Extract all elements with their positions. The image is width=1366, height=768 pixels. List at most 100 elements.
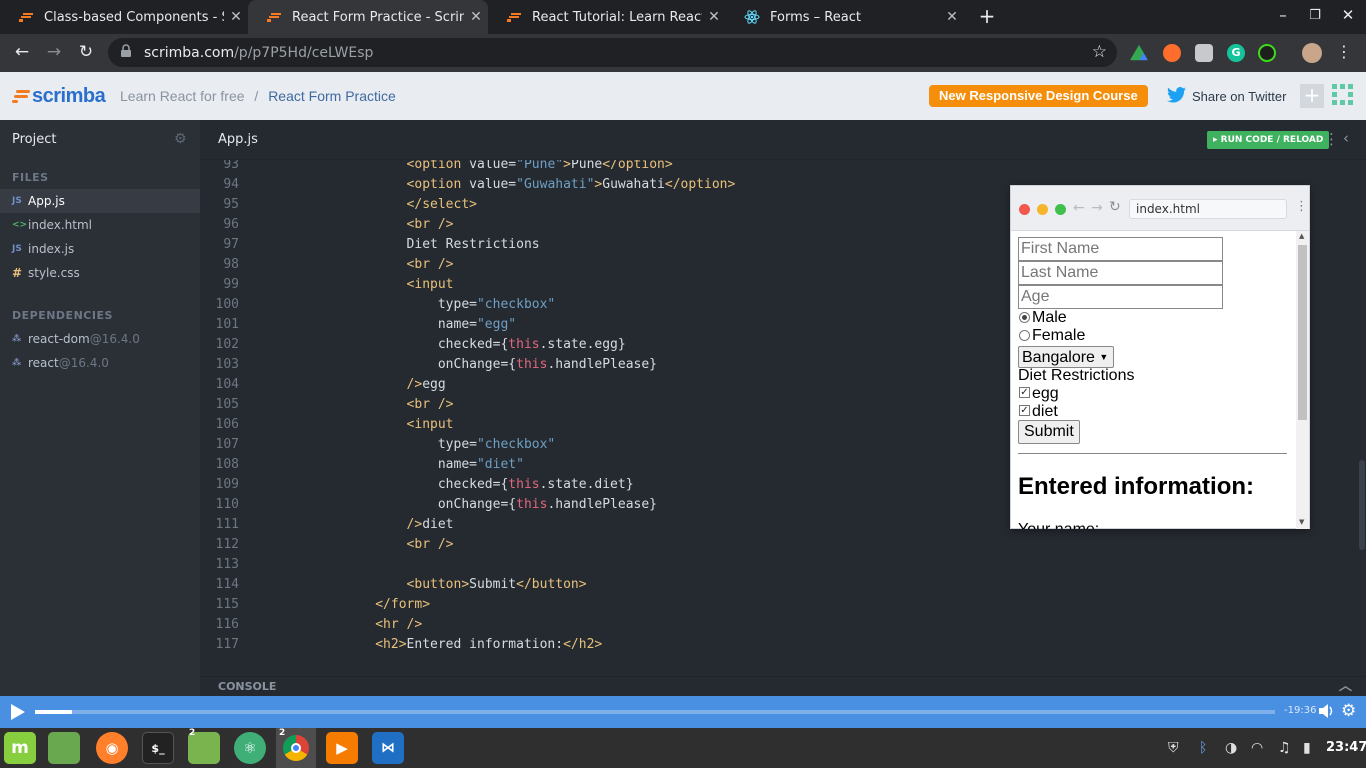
css-file-icon: # [12,266,23,280]
reload-icon[interactable]: ↻ [75,42,97,62]
submit-button[interactable]: Submit [1018,420,1080,444]
egg-checkbox[interactable]: ✓ [1019,387,1030,398]
chrome-icon[interactable]: 2 [276,728,316,768]
close-icon[interactable]: ✕ [940,9,964,25]
tab-class-based-components[interactable]: Class-based Components - Sc ✕ [0,0,248,34]
bluetooth-icon[interactable]: ᛒ [1199,740,1207,756]
preview-back-icon[interactable]: ← [1073,200,1085,216]
profile-avatar[interactable] [1302,43,1322,63]
bookmark-star-icon[interactable]: ☆ [1092,42,1107,62]
diet-checkbox[interactable]: ✓ [1019,405,1030,416]
sidebar-item-index-html[interactable]: <> index.html [0,213,200,237]
editor-scrollbar[interactable] [1359,460,1365,550]
line-number: 94 [223,177,239,192]
files-icon[interactable] [48,732,80,764]
back-icon[interactable]: ← [11,42,33,62]
last-name-input[interactable]: Last Name [1018,261,1223,285]
menu-dots-icon[interactable]: ⋮ [1333,42,1355,61]
scroll-up-icon[interactable]: ▲ [1299,232,1304,240]
breadcrumb-course-link[interactable]: Learn React for free [120,88,245,104]
code-line[interactable]: 93 <option value="Pune">Pune</option> [200,160,1366,175]
scrimba-logo[interactable]: scrimba [12,85,106,108]
minimize-icon[interactable]: – [1273,6,1293,24]
sidebar-title: Project [12,132,57,147]
preview-forward-icon[interactable]: → [1091,200,1103,216]
scrimba-icon [506,9,522,25]
close-icon[interactable]: ✕ [464,9,488,25]
scroll-down-icon[interactable]: ▼ [1299,518,1304,526]
dependency-react[interactable]: ⁂ react @16.4.0 [0,351,200,375]
age-input[interactable]: Age [1018,285,1223,309]
close-dot[interactable] [1019,204,1030,215]
grid-icon[interactable] [1332,84,1354,106]
city-select[interactable]: Bangalore ▼ [1018,346,1115,368]
close-icon[interactable]: ✕ [224,9,248,25]
wifi-icon[interactable]: ◠ [1251,740,1263,756]
code-line[interactable]: 115 </form> [200,595,1366,615]
code-line[interactable]: 112 <br /> [200,535,1366,555]
zoom-dot[interactable] [1055,204,1066,215]
extension-orange-icon[interactable] [1163,44,1181,62]
sidebar-item-index-js[interactable]: JS index.js [0,237,200,261]
chevron-up-icon[interactable]: ︿ [1339,677,1352,697]
sound-icon[interactable]: ♫ [1278,740,1291,756]
sidebar-item-app-js[interactable]: JS App.js [0,189,200,213]
grammarly-icon[interactable]: G [1227,44,1245,62]
terminal-icon[interactable]: $_ [142,732,174,764]
console-bar[interactable]: CONSOLE ︿ [200,676,1366,696]
scroll-thumb[interactable] [1298,245,1307,420]
add-icon[interactable]: + [1300,84,1324,108]
tab-react-tutorial[interactable]: React Tutorial: Learn React JS ✕ [488,0,726,34]
settings-gear-icon[interactable]: ⚙ [1341,701,1356,721]
tab-react-form-practice[interactable]: React Form Practice - Scrimba ✕ [248,0,488,34]
battery-icon[interactable]: ▮ [1303,740,1311,756]
code-line[interactable]: 116 <hr /> [200,615,1366,635]
minimize-dot[interactable] [1037,204,1048,215]
forward-icon[interactable]: → [43,42,65,62]
female-radio[interactable] [1019,330,1030,341]
folder-icon[interactable]: 2 [188,728,220,764]
settings-gear-icon[interactable]: ⚙ [174,131,187,147]
play-button[interactable] [9,703,27,725]
network-manager-icon[interactable]: ⛨ [1168,740,1179,756]
user-status-icon[interactable]: ◑ [1225,740,1237,756]
dependency-react-dom[interactable]: ⁂ react-dom @16.4.0 [0,327,200,351]
video-player-bar: -19:36 ⚙ [0,696,1366,728]
media-player-icon[interactable]: ▶ [326,732,358,764]
extension-cube-icon[interactable] [1195,44,1213,62]
atom-icon[interactable]: ⚛ [234,732,266,764]
code-token: <option [406,177,462,192]
collapse-chevron-icon[interactable]: ‹ [1343,129,1349,147]
male-radio[interactable] [1019,312,1030,323]
window-close-icon[interactable]: ✕ [1338,6,1358,24]
google-drive-icon[interactable] [1130,44,1148,61]
tab-forms-react[interactable]: Forms – React ✕ [726,0,964,34]
preview-url[interactable]: index.html [1129,199,1287,219]
url-field[interactable]: scrimba.com/p/p7P5Hd/ceLWEsp ☆ [108,38,1117,67]
code-line[interactable]: 113 [200,555,1366,575]
code-line[interactable]: 117 <h2>Entered information:</h2> [200,635,1366,655]
code-token: value= [461,160,517,172]
maximize-icon[interactable]: ❐ [1305,8,1325,23]
progress-track[interactable] [35,710,1275,714]
preview-menu-icon[interactable]: ⋮ [1295,199,1308,214]
promo-button[interactable]: New Responsive Design Course [929,85,1148,107]
firefox-icon[interactable]: ◉ [96,732,128,764]
preview-scrollbar[interactable]: ▲ ▼ [1296,231,1309,529]
first-name-input[interactable]: First Name [1018,237,1223,261]
share-twitter-button[interactable]: Share on Twitter [1167,87,1286,106]
editor-menu-icon[interactable]: ⋮ [1324,130,1339,148]
run-code-button[interactable]: ▸ RUN CODE / RELOAD [1207,131,1330,149]
line-number: 93 [223,160,239,172]
new-tab-button[interactable]: + [977,4,997,28]
sidebar-item-style-css[interactable]: # style.css [0,261,200,285]
volume-icon[interactable] [1318,703,1334,723]
close-icon[interactable]: ✕ [702,9,726,25]
preview-reload-icon[interactable]: ↻ [1109,199,1121,215]
line-number: 99 [223,277,239,292]
tab-app-js[interactable]: App.js [218,132,258,147]
mint-menu-icon[interactable]: m [4,732,36,764]
vscode-icon[interactable]: ⋈ [372,732,404,764]
extension-sound-icon[interactable] [1258,44,1276,62]
code-line[interactable]: 114 <button>Submit</button> [200,575,1366,595]
